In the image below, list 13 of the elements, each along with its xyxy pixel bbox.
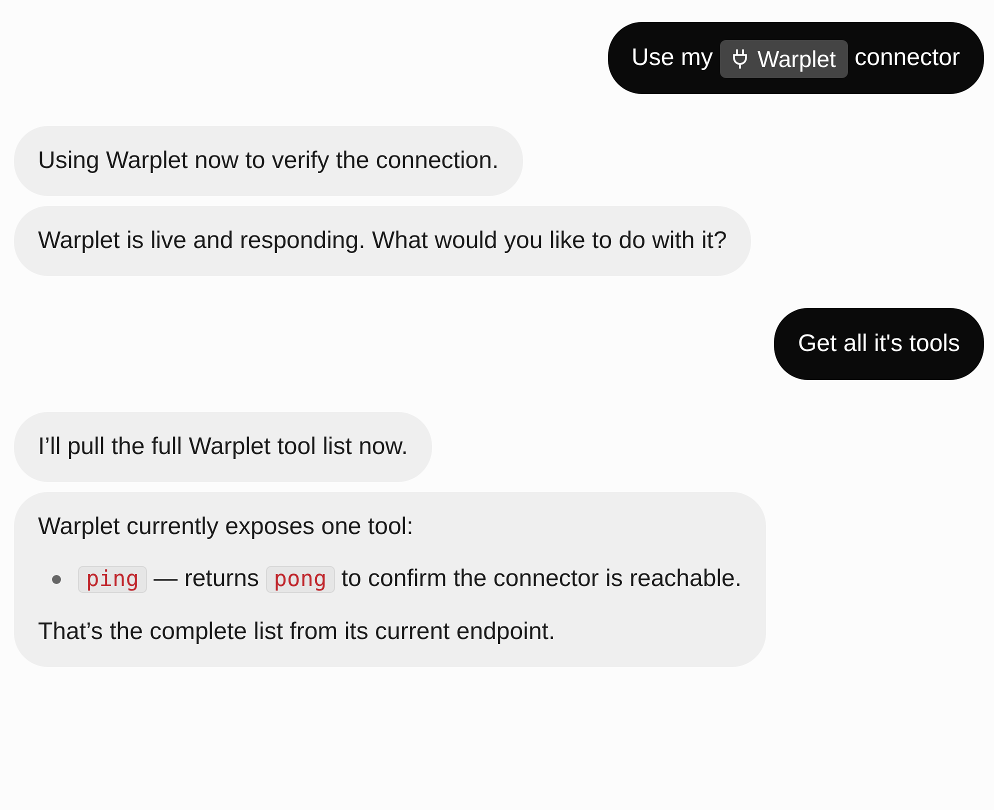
message-text: Warplet is live and responding. What would you like to do with it?	[38, 226, 727, 256]
list-item-text: ping — returns pong to confirm the connector is reachable.	[78, 565, 742, 592]
bullet-icon	[52, 575, 61, 584]
message-text: Using Warplet now to verify the connection.	[38, 146, 499, 176]
inline-code: ping	[78, 566, 147, 593]
message-text: I’ll pull the full Warplet tool list now.	[38, 432, 408, 462]
message-text: Get all it's tools	[798, 329, 960, 359]
inline-code: pong	[266, 566, 335, 593]
message-text: Warplet currently exposes one tool:	[38, 512, 414, 542]
message-text: That’s the complete list from its current endpoint.	[38, 617, 556, 647]
plug-icon	[732, 48, 748, 69]
connector-chip[interactable]: Warplet	[720, 40, 848, 78]
message-text: Use my Warplet connector	[632, 38, 960, 78]
